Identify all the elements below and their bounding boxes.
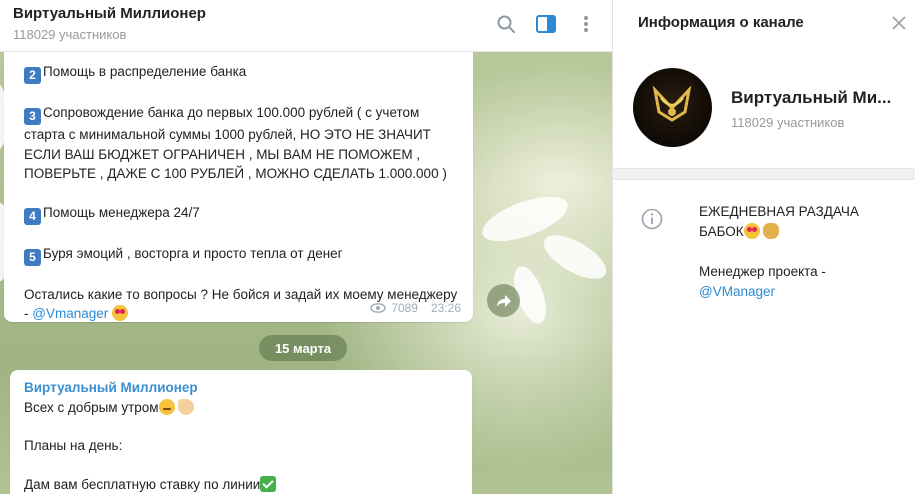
- free-bet-text: Дам вам бесплатную ставку по линии: [24, 476, 261, 492]
- views-eye-icon: [370, 303, 386, 314]
- check-mark-emoji-icon: [260, 475, 277, 492]
- chat-title[interactable]: Виртуальный Миллионер: [13, 5, 206, 22]
- list-item: 2 Помощь в распределение банка: [24, 62, 461, 84]
- channel-member-count: 118029 участников: [731, 115, 845, 130]
- list-item: 3 Сопровождение банка до первых 100.000 р…: [24, 103, 461, 184]
- chat-area: Виртуальный Миллионер 118029 участников …: [0, 0, 612, 494]
- money-bag-emoji-icon: [763, 223, 780, 239]
- view-count: 7089: [391, 300, 418, 315]
- list-item-text: Помощь менеджера 24/7: [43, 204, 200, 220]
- number-badge: 3: [24, 108, 41, 125]
- channel-post[interactable]: 2 Помощь в распределение банка 3 Сопровожд…: [4, 52, 473, 322]
- smirk-emoji-icon: [158, 398, 175, 415]
- info-panel-title: Информация о канале: [638, 14, 804, 31]
- chat-header: Виртуальный Миллионер 118029 участников: [0, 0, 612, 52]
- channel-description: ЕЖЕДНЕВНАЯ РАЗДАЧА БАБОК Менеджер проект…: [699, 202, 904, 302]
- number-badge: 4: [24, 207, 41, 225]
- channel-logo-icon: [652, 85, 692, 122]
- heart-eyes-emoji-icon: [743, 223, 760, 239]
- channel-info-panel: Информация о канале Виртуальный Ми... 11…: [612, 0, 915, 494]
- side-panel-icon[interactable]: [534, 12, 558, 36]
- post-line: Дам вам бесплатную ставку по линии: [24, 475, 460, 494]
- message-time: 23:26: [430, 300, 461, 315]
- number-badge: 2: [24, 67, 41, 84]
- info-header: Информация о канале: [613, 0, 915, 48]
- forward-arrow-icon: [496, 294, 511, 307]
- info-icon: [641, 208, 663, 230]
- list-item-text: Буря эмоций , восторга и просто тепла от…: [43, 245, 343, 261]
- chat-member-count: 118029 участников: [13, 27, 127, 42]
- more-vertical-icon[interactable]: [574, 12, 598, 36]
- list-item-text: Сопровождение банка до первых 100.000 ру…: [24, 105, 447, 181]
- search-icon[interactable]: [494, 12, 518, 36]
- manager-label: Менеджер проекта -: [699, 264, 826, 279]
- post-line: Всех с добрым утром: [24, 398, 460, 418]
- heart-eyes-emoji-icon: [112, 305, 129, 321]
- channel-post[interactable]: Виртуальный Миллионер Всех с добрым утро…: [10, 370, 472, 494]
- rock-hand-emoji-icon: [178, 398, 195, 415]
- number-badge: 5: [24, 248, 41, 266]
- message-meta: 7089 23:26: [370, 299, 461, 319]
- description-line: ЕЖЕДНЕВНАЯ РАЗДАЧА: [699, 204, 859, 219]
- list-item: 4 Помощь менеджера 24/7: [24, 203, 461, 225]
- section-divider: [613, 168, 915, 180]
- list-item: 5 Буря эмоций , восторга и просто тепла о…: [24, 244, 461, 266]
- channel-name: Виртуальный Ми...: [731, 88, 892, 107]
- post-sender[interactable]: Виртуальный Миллионер: [24, 378, 460, 398]
- manager-link[interactable]: @VManager: [699, 282, 904, 302]
- forward-button[interactable]: [487, 284, 520, 317]
- description-word: БАБОК: [699, 224, 744, 239]
- greeting-text: Всех с добрым утром: [24, 399, 159, 415]
- date-separator: 15 марта: [259, 335, 347, 361]
- description-line-2: БАБОК: [699, 222, 904, 242]
- manager-link[interactable]: @Vmanager: [32, 306, 108, 321]
- wallpaper-petal: [537, 226, 612, 288]
- chat-wallpaper: 2 Помощь в распределение банка 3 Сопровожд…: [0, 52, 612, 494]
- list-item-text: Помощь в распределение банка: [43, 64, 247, 79]
- plans-text: Планы на день:: [24, 438, 123, 453]
- close-icon[interactable]: [889, 13, 909, 33]
- channel-avatar[interactable]: [633, 68, 712, 147]
